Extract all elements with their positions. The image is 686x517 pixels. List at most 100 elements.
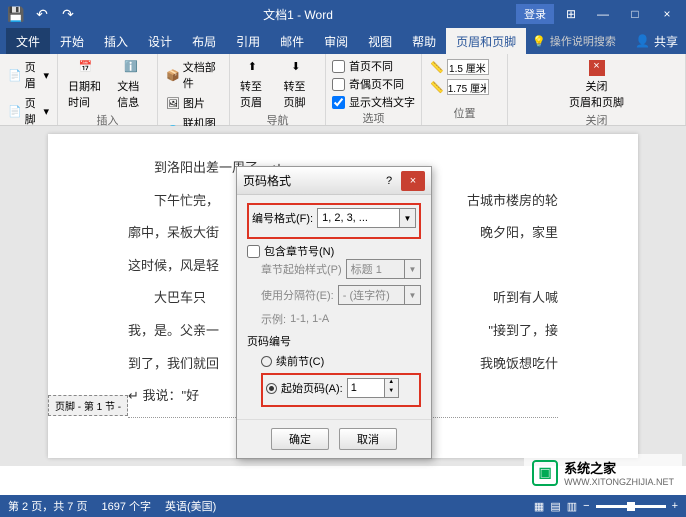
- include-chapter-label: 包含章节号(N): [264, 243, 334, 259]
- goto-header-button[interactable]: ⬆转至页眉: [236, 58, 276, 112]
- chapter-style-label: 章节起始样式(P): [261, 261, 342, 277]
- spin-down-icon[interactable]: ▼: [385, 388, 398, 397]
- share-label: 共享: [654, 33, 678, 50]
- footer-bottom-input[interactable]: [447, 79, 489, 95]
- group-label-options: 选项: [332, 110, 415, 126]
- quick-parts-button[interactable]: 📦 文档部件: [164, 58, 223, 92]
- menu-tab-10[interactable]: 页眉和页脚: [446, 28, 526, 54]
- footer-label: 页脚: [25, 95, 41, 127]
- menu-tab-3[interactable]: 设计: [138, 28, 182, 54]
- view-read-icon[interactable]: ▦: [534, 500, 544, 513]
- zoom-out-button[interactable]: −: [583, 500, 589, 512]
- menu-tab-4[interactable]: 布局: [182, 28, 226, 54]
- menu-tab-7[interactable]: 审阅: [314, 28, 358, 54]
- diff-odd-even-checkbox[interactable]: 奇偶页不同: [332, 76, 415, 92]
- chevron-down-icon: ▼: [404, 286, 420, 304]
- header-from-top[interactable]: 📏: [428, 58, 501, 76]
- watermark-name: 系统之家: [564, 458, 674, 477]
- separator-combo: - (连字符) ▼: [338, 285, 421, 305]
- number-format-combo[interactable]: 1, 2, 3, ... ▼: [317, 208, 416, 228]
- continue-previous-radio[interactable]: 续前节(C): [261, 353, 421, 369]
- chapter-style-value: 标题 1: [351, 261, 382, 277]
- example-value: 1-1, 1-A: [290, 313, 329, 325]
- window-title: 文档1 - Word: [80, 6, 516, 23]
- footer-from-bottom[interactable]: 📏: [428, 78, 501, 96]
- undo-qat[interactable]: ↶: [30, 2, 54, 26]
- radio-selected-icon: [266, 383, 277, 394]
- docinfo-label: 文档信息: [117, 78, 147, 110]
- header-button[interactable]: 📄 页眉 ▾: [6, 58, 51, 92]
- ok-button[interactable]: 确定: [271, 428, 329, 450]
- status-wordcount[interactable]: 1697 个字: [101, 498, 151, 514]
- separator-label: 使用分隔符(E):: [261, 287, 334, 303]
- window-close-button[interactable]: ×: [652, 0, 682, 28]
- watermark-logo-icon: ▣: [532, 460, 558, 486]
- start-at-label: 起始页码(A):: [281, 380, 343, 396]
- close-hf-label: 关闭 页眉和页脚: [569, 78, 624, 110]
- watermark-url: WWW.XITONGZHIJIA.NET: [564, 477, 674, 487]
- page-number-format-dialog: 页码格式 ? × 编号格式(F): 1, 2, 3, ... ▼ 包含章节号(N…: [236, 166, 432, 459]
- start-at-radio[interactable]: 起始页码(A): 1 ▲▼: [266, 378, 416, 398]
- dialog-close-button[interactable]: ×: [401, 171, 425, 191]
- spin-up-icon[interactable]: ▲: [385, 379, 398, 388]
- gotofooter-label: 转至页脚: [284, 78, 316, 110]
- group-label-position: 位置: [428, 105, 501, 121]
- ribbon-opts[interactable]: ⊞: [556, 0, 586, 28]
- diff-first-label: 首页不同: [349, 58, 393, 74]
- goto-footer-button[interactable]: ⬇转至页脚: [280, 58, 320, 112]
- docinfo-button[interactable]: ℹ️文档信息: [113, 58, 151, 112]
- dialog-title: 页码格式: [243, 172, 291, 189]
- status-page[interactable]: 第 2 页，共 7 页: [8, 498, 87, 514]
- share-button[interactable]: 👤 共享: [635, 28, 678, 54]
- header-top-input[interactable]: [447, 59, 489, 75]
- redo-qat[interactable]: ↷: [56, 2, 80, 26]
- menu-tab-6[interactable]: 邮件: [270, 28, 314, 54]
- gotoheader-label: 转至页眉: [240, 78, 272, 110]
- chevron-down-icon[interactable]: ▼: [399, 209, 415, 227]
- menu-tab-9[interactable]: 帮助: [402, 28, 446, 54]
- close-headerfooter-button[interactable]: × 关闭 页眉和页脚: [514, 58, 679, 112]
- chevron-down-icon: ▼: [404, 260, 420, 278]
- chapter-style-combo: 标题 1 ▼: [346, 259, 421, 279]
- diff-first-checkbox[interactable]: 首页不同: [332, 58, 415, 74]
- menu-tab-1[interactable]: 开始: [50, 28, 94, 54]
- continue-label: 续前节(C): [276, 353, 324, 369]
- dialog-help-button[interactable]: ?: [377, 171, 401, 191]
- diff-oddeven-label: 奇偶页不同: [349, 76, 404, 92]
- maximize-button[interactable]: □: [620, 0, 650, 28]
- menu-tab-5[interactable]: 引用: [226, 28, 270, 54]
- footer-section-tag: 页脚 - 第 1 节 -: [48, 395, 128, 416]
- datetime-label: 日期和时间: [68, 78, 105, 110]
- page-numbering-section: 页码编号: [247, 333, 421, 349]
- zoom-in-button[interactable]: +: [672, 500, 678, 512]
- cancel-button[interactable]: 取消: [339, 428, 397, 450]
- include-chapter-checkbox[interactable]: 包含章节号(N): [247, 243, 421, 259]
- footer-button[interactable]: 📄 页脚 ▾: [6, 94, 51, 128]
- view-web-icon[interactable]: ▥: [567, 500, 577, 513]
- showtext-label: 显示文档文字: [349, 94, 415, 110]
- watermark: ▣ 系统之家 WWW.XITONGZHIJIA.NET: [524, 454, 682, 491]
- separator-value: - (连字符): [343, 287, 390, 303]
- menu-tab-2[interactable]: 插入: [94, 28, 138, 54]
- tell-me-search[interactable]: 💡 操作说明搜索: [532, 28, 616, 54]
- view-print-icon[interactable]: ▤: [550, 500, 560, 513]
- start-at-spinner[interactable]: 1 ▲▼: [347, 378, 399, 398]
- picture-label: 图片: [183, 95, 205, 111]
- login-button[interactable]: 登录: [516, 4, 554, 24]
- picture-button[interactable]: 🖼 图片: [164, 94, 223, 112]
- example-label: 示例:: [261, 311, 286, 327]
- number-format-label: 编号格式(F):: [252, 210, 313, 226]
- menu-tab-0[interactable]: 文件: [6, 28, 50, 54]
- close-icon: ×: [589, 60, 605, 76]
- status-language[interactable]: 英语(美国): [165, 498, 216, 514]
- menu-tab-8[interactable]: 视图: [358, 28, 402, 54]
- datetime-button[interactable]: 📅日期和时间: [64, 58, 109, 112]
- minimize-button[interactable]: —: [588, 0, 618, 28]
- header-label: 页眉: [25, 59, 41, 91]
- number-format-value: 1, 2, 3, ...: [322, 212, 368, 224]
- start-at-value: 1: [351, 382, 357, 394]
- save-qat[interactable]: 💾: [4, 2, 28, 26]
- zoom-slider[interactable]: [596, 505, 666, 508]
- tell-me-label: 操作说明搜索: [550, 33, 616, 49]
- show-doctext-checkbox[interactable]: 显示文档文字: [332, 94, 415, 110]
